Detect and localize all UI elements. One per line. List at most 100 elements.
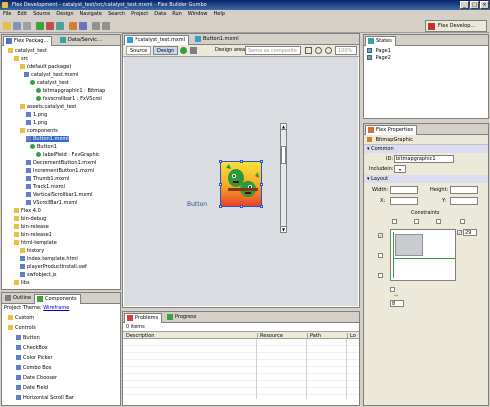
constraint-checkbox[interactable] [460,219,465,224]
menu-navigate[interactable]: Navigate [77,10,105,19]
component-item[interactable]: Button [16,335,40,341]
resize-handle[interactable] [260,160,263,163]
tree-item[interactable]: Thumb1.mxml [26,176,69,182]
tree-item[interactable]: index.template.html [20,256,78,262]
menu-data[interactable]: Data [151,10,169,19]
scroll-thumb[interactable] [281,146,286,164]
constraint-checkbox[interactable] [378,273,383,278]
tree-item[interactable]: IncrementButton1.mxml [26,168,94,174]
tree-item[interactable]: history [20,248,44,254]
select-mode-icon[interactable] [305,47,312,54]
tree-item[interactable]: components [20,128,58,134]
profile-icon[interactable] [56,22,64,30]
tab-problems[interactable]: Problems [124,313,163,323]
tree-item[interactable]: catalyst_test.mxml [24,72,79,78]
constraint-checkbox-checked[interactable]: ✓ [378,233,383,238]
tab-states[interactable]: States [365,36,396,46]
print-icon[interactable] [23,22,31,30]
resize-handle[interactable] [240,160,243,163]
constraint-bottom-input[interactable]: 8 [390,300,404,307]
state-page2[interactable]: Page2 [367,55,485,62]
minimize-button[interactable]: _ [460,1,469,9]
resize-handle[interactable] [219,205,222,208]
tab-outline[interactable]: Outline [3,294,34,304]
tree-item[interactable]: Button1 [30,144,57,150]
component-item[interactable]: Controls [8,325,36,331]
resize-handle[interactable] [219,160,222,163]
tree-item[interactable]: assets.catalyst_test [20,104,76,110]
tab-data-services[interactable]: Data/Servic... [58,36,105,46]
resize-handle[interactable] [219,183,222,186]
tree-item[interactable]: libs [14,280,30,286]
run-icon[interactable] [36,22,44,30]
constraint-checkbox[interactable] [392,219,397,224]
button-component[interactable]: Button [187,201,207,208]
tab-catalyst-test-mxml[interactable]: *catalyst_test.mxml [124,35,190,45]
tree-item[interactable]: fxvscrollbar1 : FxVScrol [36,96,102,102]
design-mode-button[interactable]: Design [153,46,179,55]
tree-item[interactable]: swfobject.js [20,272,56,278]
menu-edit[interactable]: Edit [14,10,30,19]
tree-item[interactable]: bin-debug [14,216,46,222]
refresh-icon[interactable] [180,47,187,54]
tree-item[interactable]: Button1.mxml [26,136,69,142]
tree-item[interactable]: VScrollBar1.mxml [26,200,78,206]
tree-item[interactable]: html-template [14,240,57,246]
tree-item[interactable]: catalyst_test [8,48,47,54]
width-input[interactable] [390,186,418,194]
tab-progress[interactable]: Progress [165,313,199,323]
tree-item[interactable]: bin-release1 [14,232,52,238]
menu-project[interactable]: Project [128,10,151,19]
state-page1[interactable]: Page1 [367,48,485,55]
tree-item[interactable]: bin-release [14,224,49,230]
tree-item[interactable]: (default package) [20,64,71,70]
constraint-checkbox[interactable] [378,253,383,258]
component-item[interactable]: Horizontal Scroll Bar [16,395,74,401]
tab-flex-package-explorer[interactable]: Flex Packag... [3,36,53,46]
menu-window[interactable]: Window [185,10,211,19]
component-item[interactable]: CheckBox [16,345,48,351]
theme-link[interactable]: Wireframe [43,305,69,311]
menu-help[interactable]: Help [211,10,228,19]
resize-handle[interactable] [260,205,263,208]
menu-source[interactable]: Source [30,10,53,19]
tree-item[interactable]: playerProductInstall.swf [20,264,87,270]
pan-icon[interactable] [315,47,322,54]
zoom-select[interactable]: 100% [335,46,357,55]
zoom-icon[interactable] [325,47,332,54]
design-area-select[interactable]: Same as composite [245,46,301,55]
y-input[interactable] [450,197,478,205]
menu-run[interactable]: Run [169,10,185,19]
component-item[interactable]: Combo Box [16,365,52,371]
show-surrounding-icon[interactable] [190,47,197,54]
component-item[interactable]: Custom [8,315,34,321]
resize-handle[interactable] [260,183,263,186]
includein-select[interactable]: ▾ [394,165,406,173]
back-icon[interactable] [92,22,100,30]
constraint-checkbox[interactable] [436,219,441,224]
component-item[interactable]: Date Chooser [16,375,57,381]
tree-item[interactable]: 1.png [26,112,47,118]
search-icon[interactable] [79,22,87,30]
scroll-down-arrow-icon[interactable]: ▼ [281,226,286,232]
x-input[interactable] [390,197,418,205]
tab-components[interactable]: Components [34,294,81,304]
tree-item[interactable]: Track1.mxml [26,184,65,190]
tree-item[interactable]: Flex 4.0 [14,208,41,214]
tree-item[interactable]: bitmapgraphic1 : Bitmap [36,88,105,94]
menu-design[interactable]: Design [53,10,76,19]
menu-search[interactable]: Search [105,10,128,19]
tree-item[interactable]: labelField : FxvGraphic [36,152,100,158]
bitmap-graphic[interactable] [219,160,263,208]
tree-item[interactable]: src [14,56,28,62]
new-icon[interactable] [3,22,11,30]
tree-item[interactable]: 1.png [26,120,47,126]
forward-icon[interactable] [102,22,110,30]
tree-item[interactable]: catalyst_test [30,80,69,86]
component-item[interactable]: Color Picker [16,355,53,361]
resize-handle[interactable] [240,205,243,208]
design-canvas[interactable]: Button ▲ ▼ [124,57,358,306]
scroll-up-arrow-icon[interactable]: ▲ [281,124,286,130]
constraint-checkbox[interactable] [390,287,395,292]
tab-button1-mxml[interactable]: Button1.mxml [193,35,242,45]
